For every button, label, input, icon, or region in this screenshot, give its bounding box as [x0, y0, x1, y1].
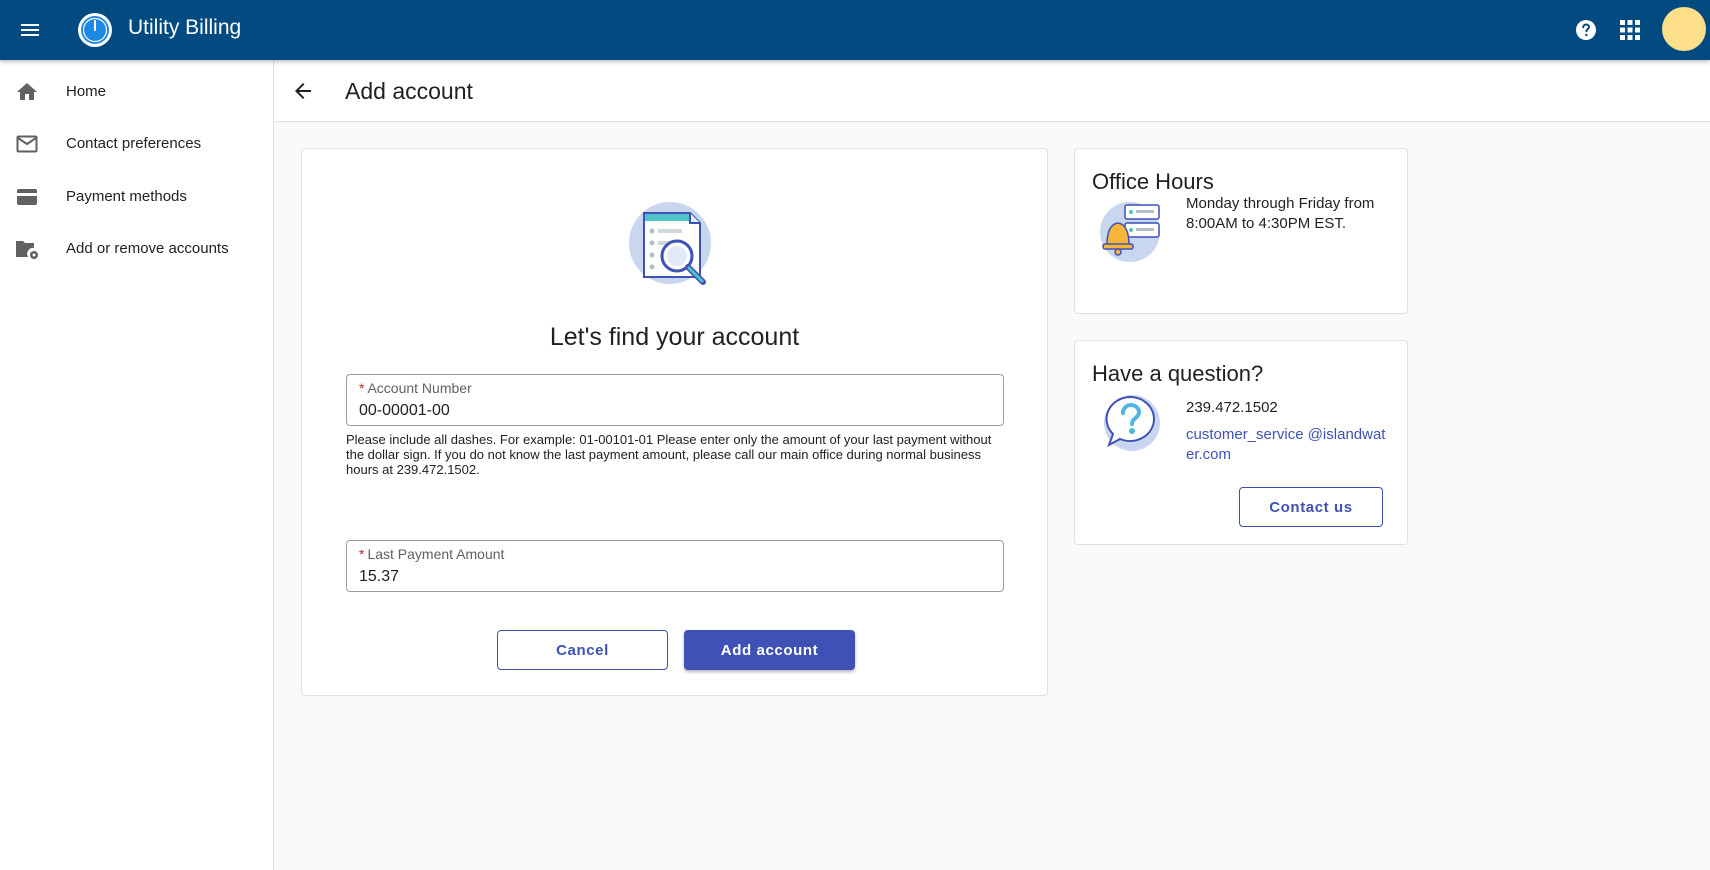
email-link[interactable]: customer_service @islandwater.com — [1186, 425, 1386, 465]
top-app-bar: Utility Billing — [0, 0, 1710, 60]
account-number-input[interactable] — [359, 402, 989, 420]
last-payment-amount-label-text: Last Payment Amount — [367, 546, 505, 562]
bell-schedule-icon — [1097, 199, 1163, 263]
office-hours-card: Office Hours Monday through Friday from … — [1074, 148, 1408, 314]
sidebar-item-home[interactable]: Home — [0, 66, 273, 118]
account-number-hint: Please include all dashes. For example: … — [346, 432, 992, 477]
required-mark: * — [359, 546, 365, 562]
sidebar-item-contact-preferences[interactable]: Contact preferences — [0, 118, 273, 170]
add-account-button[interactable]: Add account — [684, 630, 855, 670]
app-title: Utility Billing — [128, 16, 242, 39]
sidebar-item-label: Home — [66, 83, 107, 100]
gauge-logo-icon — [77, 12, 113, 48]
find-account-heading: Let's find your account — [549, 323, 800, 351]
contact-us-button[interactable]: Contact us — [1239, 487, 1383, 527]
office-hours-title: Office Hours — [1092, 169, 1214, 194]
page-title: Add account — [345, 78, 473, 104]
menu-icon[interactable] — [12, 12, 48, 48]
account-number-label-text: Account Number — [367, 380, 472, 396]
help-icon[interactable] — [1570, 14, 1602, 46]
last-payment-amount-label: * Last Payment Amount — [359, 546, 504, 562]
sidebar: Home Contact preferences Payment methods… — [0, 60, 274, 870]
question-bubble-icon — [1097, 391, 1163, 455]
last-payment-amount-field[interactable]: * Last Payment Amount — [346, 540, 1004, 592]
sidebar-item-payment-methods[interactable]: Payment methods — [0, 171, 273, 223]
page-header: Add account — [275, 60, 1710, 122]
last-payment-amount-input[interactable] — [359, 568, 989, 586]
credit-card-icon — [14, 185, 40, 209]
home-icon — [14, 80, 40, 104]
avatar[interactable] — [1662, 7, 1706, 51]
sidebar-item-label: Contact preferences — [66, 135, 202, 152]
sidebar-item-label: Add or remove accounts — [66, 240, 229, 257]
mail-icon — [14, 132, 40, 156]
office-hours-text: Monday through Friday from 8:00AM to 4:3… — [1186, 195, 1375, 232]
cancel-button[interactable]: Cancel — [497, 630, 668, 670]
sidebar-item-label: Payment methods — [66, 188, 187, 205]
account-number-label: * Account Number — [359, 380, 472, 396]
required-mark: * — [359, 380, 365, 396]
document-search-icon — [628, 201, 718, 291]
find-account-card: Let's find your account * Account Number … — [301, 148, 1048, 696]
question-card: Have a question? 239.472.1502 customer_s… — [1074, 340, 1408, 545]
phone-number: 239.472.1502 — [1186, 399, 1278, 416]
apps-grid-icon[interactable] — [1614, 14, 1646, 46]
question-title: Have a question? — [1092, 361, 1264, 386]
folder-settings-icon — [14, 237, 40, 261]
account-number-field[interactable]: * Account Number — [346, 374, 1004, 426]
arrow-back-icon[interactable] — [287, 75, 319, 107]
sidebar-item-add-or-remove-accounts[interactable]: Add or remove accounts — [0, 223, 273, 275]
